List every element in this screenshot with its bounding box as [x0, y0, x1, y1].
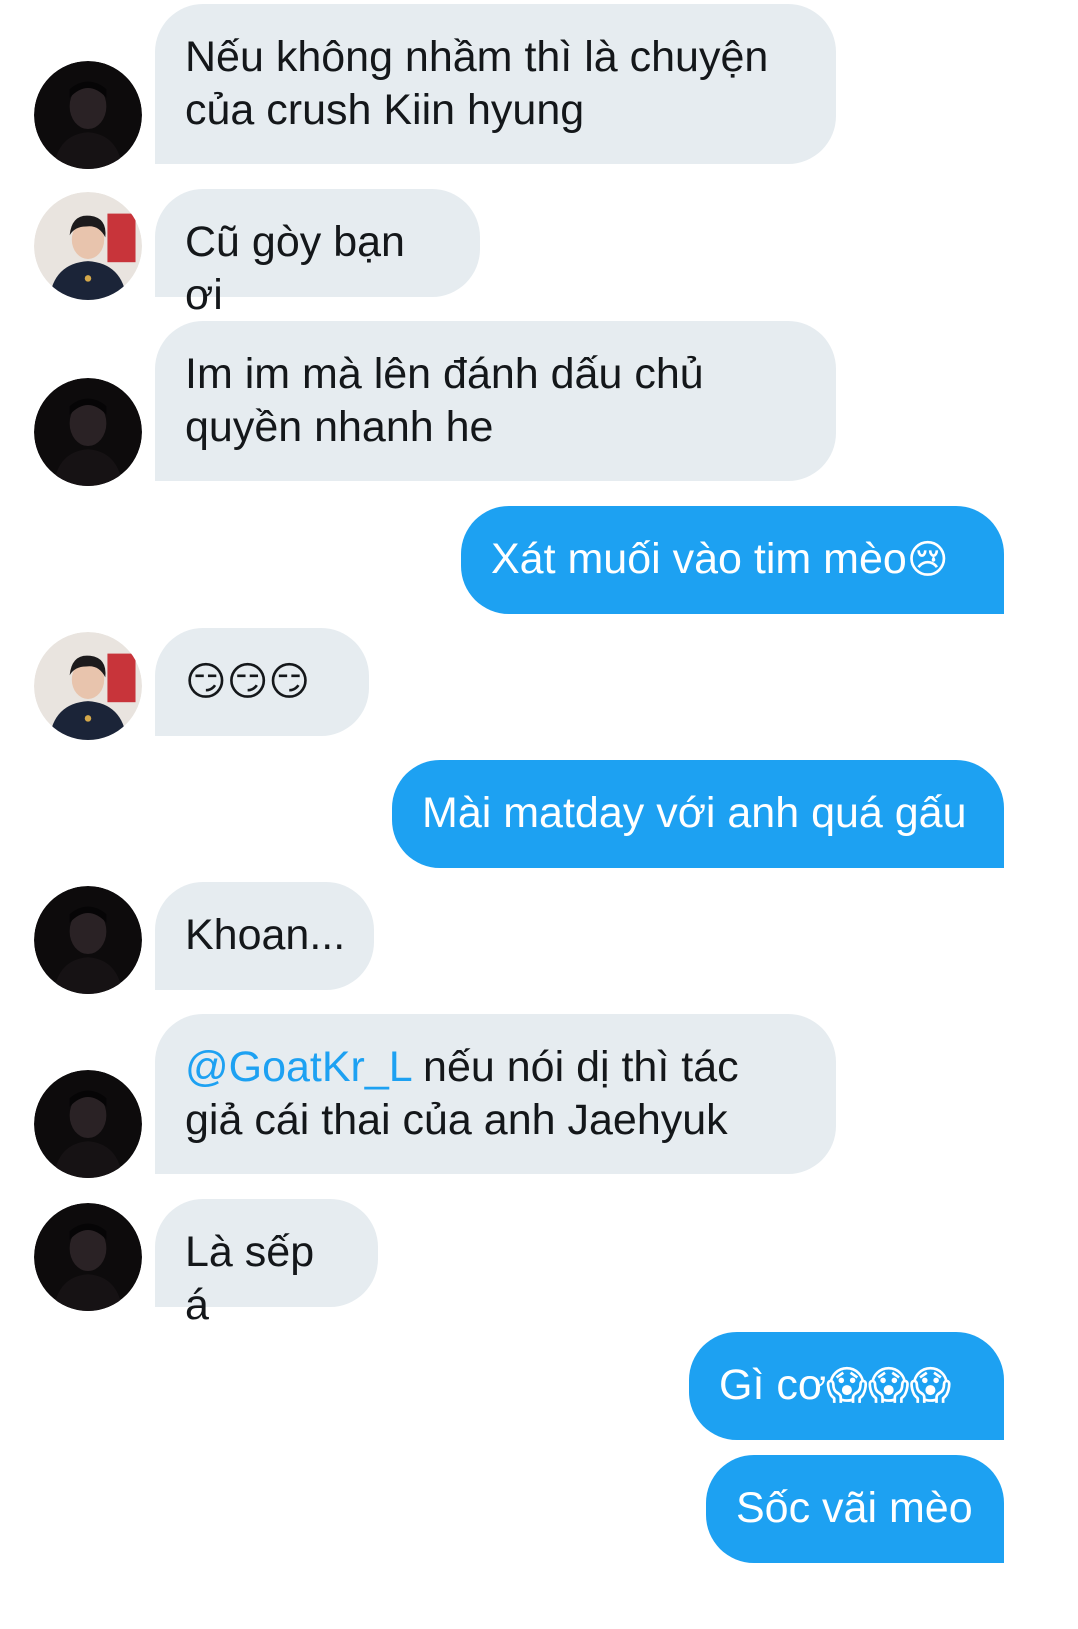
message-text: Khoan... — [185, 911, 346, 959]
message-text: Là sếp á — [185, 1228, 327, 1329]
message-bubble-incoming[interactable]: Khoan... — [155, 882, 374, 990]
avatar-light[interactable] — [34, 632, 142, 740]
message-text: Nếu không nhầm thì là chuyện của crush K… — [185, 33, 769, 134]
avatar-dark[interactable] — [34, 378, 142, 486]
message-bubble-incoming[interactable]: Nếu không nhầm thì là chuyện của crush K… — [155, 4, 836, 164]
avatar-dark[interactable] — [34, 1203, 142, 1311]
message-bubble-incoming[interactable]: 😏😏😏 — [155, 628, 369, 736]
message-bubble-incoming[interactable]: Im im mà lên đánh dấu chủ quyền nhanh he — [155, 321, 836, 481]
avatar-dark[interactable] — [34, 886, 142, 994]
message-bubble-outgoing[interactable]: Xát muối vào tim mèo😢 — [461, 506, 1004, 614]
scream-emoji: 😱😱😱 — [826, 1363, 952, 1409]
message-bubble-outgoing[interactable]: Sốc vãi mèo — [706, 1455, 1004, 1563]
message-text: Im im mà lên đánh dấu chủ quyền nhanh he — [185, 350, 704, 451]
message-text: Mài matday với anh quá gấu — [422, 789, 967, 837]
message-text: Cũ gòy bạn ơi — [185, 218, 417, 319]
avatar-dark[interactable] — [34, 1070, 142, 1178]
message-bubble-incoming[interactable]: Là sếp á — [155, 1199, 378, 1329]
avatar-dark[interactable] — [34, 61, 142, 169]
message-bubble-incoming[interactable]: Cũ gòy bạn ơi — [155, 189, 480, 319]
smirk-emoji: 😏😏😏 — [185, 659, 311, 705]
message-bubble-outgoing[interactable]: Gì cơ😱😱😱 — [689, 1332, 1004, 1440]
message-bubble-outgoing[interactable]: Mài matday với anh quá gấu — [392, 760, 1004, 868]
avatar-light[interactable] — [34, 192, 142, 300]
message-bubble-incoming[interactable]: @GoatKr_L nếu nói dị thì tác giả cái tha… — [155, 1014, 836, 1174]
message-text: Gì cơ — [719, 1361, 827, 1409]
message-text: Xát muối vào tim mèo — [491, 535, 907, 583]
message-text: Sốc vãi mèo — [736, 1484, 973, 1532]
crying-face-emoji: 😢 — [906, 537, 949, 583]
mention-link[interactable]: @GoatKr_L — [185, 1043, 411, 1091]
